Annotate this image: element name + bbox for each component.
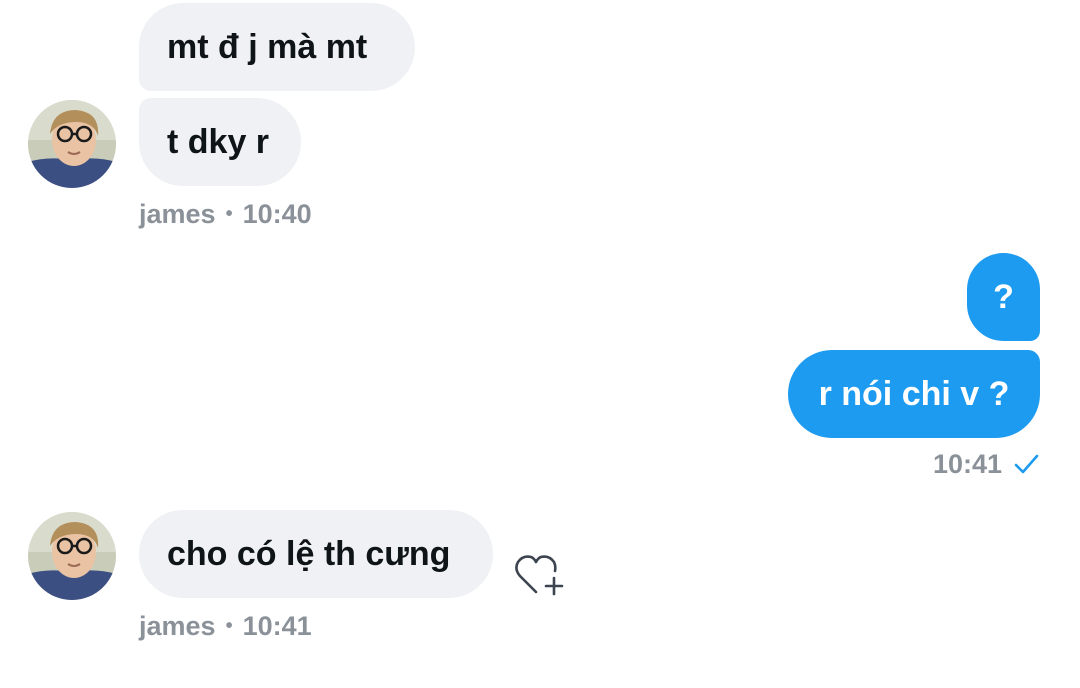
timestamp: 10:41 [932,448,1002,479]
separator-dot: • [225,614,233,637]
avatar-photo [28,512,116,600]
timestamp: 10:41 [242,610,312,641]
message-meta: james • 10:41 [139,608,312,644]
separator-dot: • [225,202,233,225]
message-text: r nói chi v ? [818,375,1010,413]
heart-add-icon[interactable] [514,552,564,598]
sender-name: james [139,198,216,229]
avatar[interactable] [28,100,116,188]
avatar[interactable] [28,512,116,600]
sent-check-icon [1012,450,1040,478]
outgoing-message-bubble[interactable]: ? [967,253,1040,341]
outgoing-message-bubble[interactable]: r nói chi v ? [788,350,1040,438]
message-meta: james • 10:40 [139,196,312,232]
incoming-message-bubble[interactable]: mt đ j mà mt [139,3,415,91]
message-text: cho có lệ th cưng [167,535,451,573]
dm-conversation: mt đ j mà mt t dky r james • 10:40 ? r n… [0,0,1080,688]
message-meta: 10:41 [933,446,1040,482]
incoming-message-bubble[interactable]: cho có lệ th cưng [139,510,493,598]
message-text: mt đ j mà mt [167,28,368,66]
timestamp: 10:40 [242,198,312,229]
incoming-message-bubble[interactable]: t dky r [139,98,301,186]
message-text: t dky r [167,123,270,161]
avatar-photo [28,100,116,188]
sender-name: james [139,610,216,641]
message-text: ? [993,278,1014,316]
